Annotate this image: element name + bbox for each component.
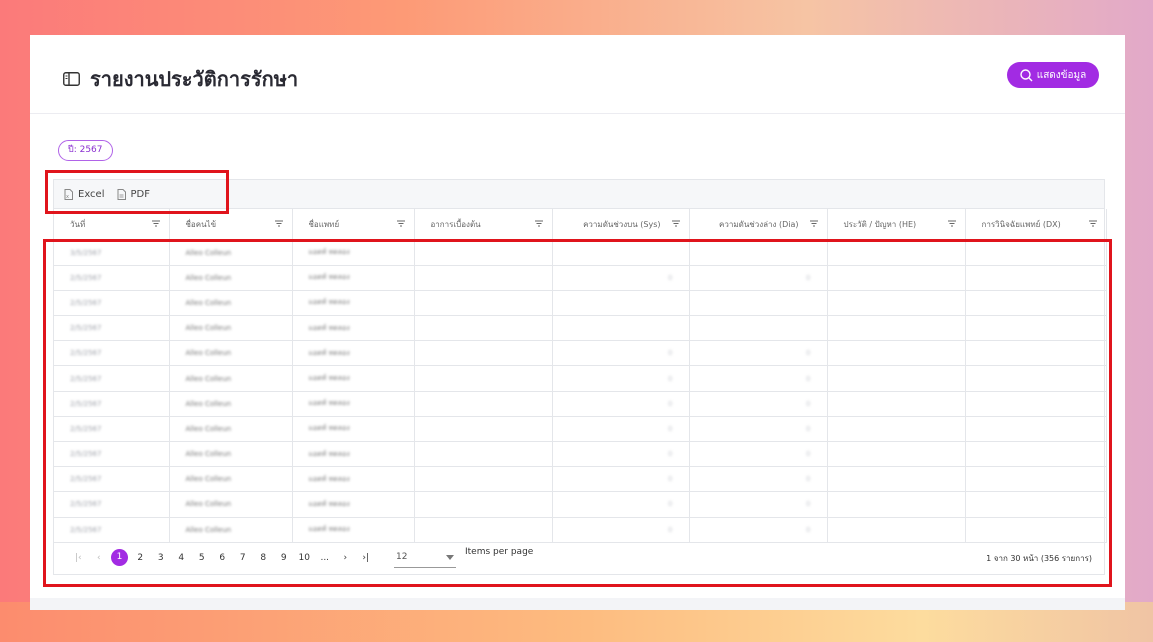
column-header[interactable]: การวินิจฉัยแพทย์ (DX) xyxy=(965,209,1107,241)
year-filter-chip[interactable]: ปี: 2567 xyxy=(58,140,113,161)
show-data-label: แสดงข้อมูล xyxy=(1036,69,1087,81)
column-header[interactable]: ความดันช่วงล่าง (Dia) xyxy=(689,209,828,241)
filter-menu-icon[interactable] xyxy=(274,220,283,227)
filter-menu-icon[interactable] xyxy=(671,220,680,227)
filter-menu-icon[interactable] xyxy=(809,220,818,227)
column-header-label: อาการเบื้องต้น xyxy=(430,219,481,229)
page-header: รายงานประวัติการรักษา แสดงข้อมูล xyxy=(30,35,1125,114)
column-header[interactable]: อาการเบื้องต้น xyxy=(414,209,553,241)
column-header-label: ชื่อแพทย์ xyxy=(308,219,340,229)
column-header-label: ความดันช่วงบน (Sys) xyxy=(583,219,661,229)
column-header-label: การวินิจฉัยแพทย์ (DX) xyxy=(981,219,1061,229)
column-header[interactable]: ชื่อแพทย์ xyxy=(292,209,415,241)
column-header-label: ชื่อคนไข้ xyxy=(185,219,217,229)
filter-menu-icon[interactable] xyxy=(1088,220,1097,227)
column-header-label: ประวัติ / ปัญหา (HE) xyxy=(843,219,917,229)
filter-menu-icon[interactable] xyxy=(534,220,543,227)
column-header[interactable]: ประวัติ / ปัญหา (HE) xyxy=(827,209,966,241)
page-title: รายงานประวัติการรักษา xyxy=(90,67,299,91)
sidebar-toggle-icon[interactable] xyxy=(63,72,80,86)
highlight-table-area xyxy=(43,239,1112,587)
show-data-button[interactable]: แสดงข้อมูล xyxy=(1007,62,1099,88)
column-header-label: ความดันช่วงล่าง (Dia) xyxy=(719,219,799,229)
column-header-label: วันที่ xyxy=(70,219,86,229)
filter-menu-icon[interactable] xyxy=(151,220,160,227)
filter-menu-icon[interactable] xyxy=(947,220,956,227)
title-wrap: รายงานประวัติการรักษา xyxy=(63,63,298,95)
search-icon xyxy=(1020,68,1033,81)
filter-menu-icon[interactable] xyxy=(396,220,405,227)
highlight-export-toolbar xyxy=(45,170,229,214)
column-header[interactable]: ความดันช่วงบน (Sys) xyxy=(552,209,690,241)
